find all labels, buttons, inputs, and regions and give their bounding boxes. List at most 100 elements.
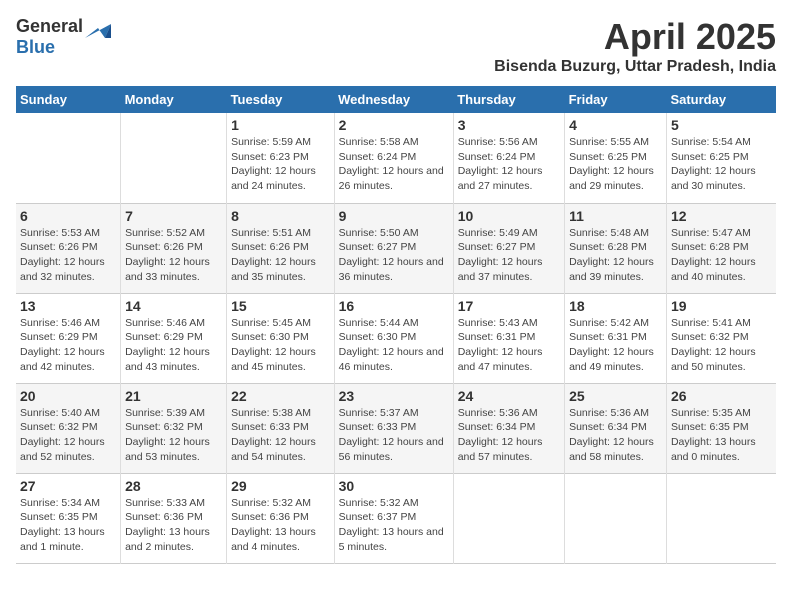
day-number: 26 [671, 388, 772, 404]
day-number: 9 [339, 208, 449, 224]
calendar-cell: 5 Sunrise: 5:54 AM Sunset: 6:25 PM Daylig… [666, 113, 776, 203]
logo-general: General [16, 17, 83, 37]
header-wednesday: Wednesday [334, 86, 453, 113]
calendar-cell: 7 Sunrise: 5:52 AM Sunset: 6:26 PM Daylig… [121, 203, 227, 293]
day-number: 8 [231, 208, 330, 224]
day-number: 13 [20, 298, 116, 314]
day-info: Sunrise: 5:43 AM Sunset: 6:31 PM Dayligh… [458, 316, 560, 375]
calendar-cell: 21Sunrise: 5:39 AM Sunset: 6:32 PM Dayli… [121, 383, 227, 473]
calendar-cell: 24 Sunrise: 5:36 AM Sunset: 6:34 PM Dayli… [453, 383, 564, 473]
month-title: April 2025 [494, 16, 776, 58]
day-number: 1 [231, 117, 330, 133]
calendar-cell: 12Sunrise: 5:47 AM Sunset: 6:28 PM Dayli… [666, 203, 776, 293]
header-sunday: Sunday [16, 86, 121, 113]
calendar-cell: 4 Sunrise: 5:55 AM Sunset: 6:25 PM Daylig… [565, 113, 667, 203]
calendar-cell: 18 Sunrise: 5:42 AM Sunset: 6:31 PM Dayli… [565, 293, 667, 383]
day-info: Sunrise: 5:54 AM Sunset: 6:25 PM Dayligh… [671, 135, 772, 194]
day-info: Sunrise: 5:32 AM Sunset: 6:37 PM Dayligh… [339, 496, 449, 555]
day-number: 17 [458, 298, 560, 314]
calendar-cell [453, 473, 564, 563]
header-monday: Monday [121, 86, 227, 113]
day-info: Sunrise: 5:36 AM Sunset: 6:34 PM Dayligh… [458, 406, 560, 465]
calendar-cell: 28 Sunrise: 5:33 AM Sunset: 6:36 PM Dayli… [121, 473, 227, 563]
day-number: 16 [339, 298, 449, 314]
day-number: 11 [569, 208, 662, 224]
day-info: Sunrise: 5:50 AM Sunset: 6:27 PM Dayligh… [339, 226, 449, 285]
day-info: Sunrise: 5:37 AM Sunset: 6:33 PM Dayligh… [339, 406, 449, 465]
day-number: 20 [20, 388, 116, 404]
day-number: 18 [569, 298, 662, 314]
calendar-week-4: 20 Sunrise: 5:40 AM Sunset: 6:32 PM Dayli… [16, 383, 776, 473]
day-number: 15 [231, 298, 330, 314]
day-info: Sunrise: 5:52 AM Sunset: 6:26 PM Dayligh… [125, 226, 222, 285]
logo: General Blue [16, 16, 111, 58]
day-number: 27 [20, 478, 116, 494]
logo-blue: Blue [16, 38, 111, 58]
calendar-cell: 2Sunrise: 5:58 AM Sunset: 6:24 PM Daylig… [334, 113, 453, 203]
calendar-cell [121, 113, 227, 203]
header-tuesday: Tuesday [227, 86, 335, 113]
day-number: 10 [458, 208, 560, 224]
calendar-cell [16, 113, 121, 203]
day-info: Sunrise: 5:32 AM Sunset: 6:36 PM Dayligh… [231, 496, 330, 555]
day-number: 5 [671, 117, 772, 133]
calendar-week-5: 27 Sunrise: 5:34 AM Sunset: 6:35 PM Dayli… [16, 473, 776, 563]
calendar-cell: 6 Sunrise: 5:53 AM Sunset: 6:26 PM Daylig… [16, 203, 121, 293]
calendar-cell: 29Sunrise: 5:32 AM Sunset: 6:36 PM Dayli… [227, 473, 335, 563]
calendar-header-row: SundayMondayTuesdayWednesdayThursdayFrid… [16, 86, 776, 113]
day-info: Sunrise: 5:58 AM Sunset: 6:24 PM Dayligh… [339, 135, 449, 194]
calendar-cell: 30 Sunrise: 5:32 AM Sunset: 6:37 PM Dayli… [334, 473, 453, 563]
title-section: April 2025 Bisenda Buzurg, Uttar Pradesh… [494, 16, 776, 76]
day-number: 28 [125, 478, 222, 494]
day-info: Sunrise: 5:44 AM Sunset: 6:30 PM Dayligh… [339, 316, 449, 375]
day-info: Sunrise: 5:51 AM Sunset: 6:26 PM Dayligh… [231, 226, 330, 285]
day-number: 23 [339, 388, 449, 404]
calendar-cell: 16 Sunrise: 5:44 AM Sunset: 6:30 PM Dayli… [334, 293, 453, 383]
day-info: Sunrise: 5:42 AM Sunset: 6:31 PM Dayligh… [569, 316, 662, 375]
day-info: Sunrise: 5:33 AM Sunset: 6:36 PM Dayligh… [125, 496, 222, 555]
calendar-cell: 14 Sunrise: 5:46 AM Sunset: 6:29 PM Dayli… [121, 293, 227, 383]
day-number: 4 [569, 117, 662, 133]
calendar-cell [565, 473, 667, 563]
day-info: Sunrise: 5:41 AM Sunset: 6:32 PM Dayligh… [671, 316, 772, 375]
calendar-cell: 23 Sunrise: 5:37 AM Sunset: 6:33 PM Dayli… [334, 383, 453, 473]
day-info: Sunrise: 5:46 AM Sunset: 6:29 PM Dayligh… [125, 316, 222, 375]
day-number: 7 [125, 208, 222, 224]
day-info: Sunrise: 5:40 AM Sunset: 6:32 PM Dayligh… [20, 406, 116, 465]
day-info: Sunrise: 5:47 AM Sunset: 6:28 PM Dayligh… [671, 226, 772, 285]
calendar-cell: 26Sunrise: 5:35 AM Sunset: 6:35 PM Dayli… [666, 383, 776, 473]
calendar-week-1: 1Sunrise: 5:59 AM Sunset: 6:23 PM Daylig… [16, 113, 776, 203]
header-thursday: Thursday [453, 86, 564, 113]
day-info: Sunrise: 5:36 AM Sunset: 6:34 PM Dayligh… [569, 406, 662, 465]
calendar-cell: 10 Sunrise: 5:49 AM Sunset: 6:27 PM Dayli… [453, 203, 564, 293]
day-number: 6 [20, 208, 116, 224]
day-number: 24 [458, 388, 560, 404]
day-info: Sunrise: 5:53 AM Sunset: 6:26 PM Dayligh… [20, 226, 116, 285]
day-info: Sunrise: 5:49 AM Sunset: 6:27 PM Dayligh… [458, 226, 560, 285]
calendar-week-3: 13 Sunrise: 5:46 AM Sunset: 6:29 PM Dayli… [16, 293, 776, 383]
day-number: 25 [569, 388, 662, 404]
day-info: Sunrise: 5:34 AM Sunset: 6:35 PM Dayligh… [20, 496, 116, 555]
day-info: Sunrise: 5:56 AM Sunset: 6:24 PM Dayligh… [458, 135, 560, 194]
calendar-cell: 19Sunrise: 5:41 AM Sunset: 6:32 PM Dayli… [666, 293, 776, 383]
calendar-cell: 17 Sunrise: 5:43 AM Sunset: 6:31 PM Dayli… [453, 293, 564, 383]
calendar-cell [666, 473, 776, 563]
calendar-week-2: 6 Sunrise: 5:53 AM Sunset: 6:26 PM Daylig… [16, 203, 776, 293]
day-info: Sunrise: 5:48 AM Sunset: 6:28 PM Dayligh… [569, 226, 662, 285]
day-info: Sunrise: 5:46 AM Sunset: 6:29 PM Dayligh… [20, 316, 116, 375]
day-number: 3 [458, 117, 560, 133]
location-title: Bisenda Buzurg, Uttar Pradesh, India [494, 58, 776, 76]
calendar-cell: 22Sunrise: 5:38 AM Sunset: 6:33 PM Dayli… [227, 383, 335, 473]
calendar-cell: 3 Sunrise: 5:56 AM Sunset: 6:24 PM Daylig… [453, 113, 564, 203]
day-number: 21 [125, 388, 222, 404]
calendar-cell: 25 Sunrise: 5:36 AM Sunset: 6:34 PM Dayli… [565, 383, 667, 473]
calendar-cell: 11 Sunrise: 5:48 AM Sunset: 6:28 PM Dayli… [565, 203, 667, 293]
calendar-cell: 27 Sunrise: 5:34 AM Sunset: 6:35 PM Dayli… [16, 473, 121, 563]
calendar-cell: 13 Sunrise: 5:46 AM Sunset: 6:29 PM Dayli… [16, 293, 121, 383]
calendar-cell: 15Sunrise: 5:45 AM Sunset: 6:30 PM Dayli… [227, 293, 335, 383]
day-info: Sunrise: 5:55 AM Sunset: 6:25 PM Dayligh… [569, 135, 662, 194]
day-info: Sunrise: 5:38 AM Sunset: 6:33 PM Dayligh… [231, 406, 330, 465]
logo-bird-icon [85, 16, 111, 38]
day-number: 30 [339, 478, 449, 494]
day-number: 14 [125, 298, 222, 314]
